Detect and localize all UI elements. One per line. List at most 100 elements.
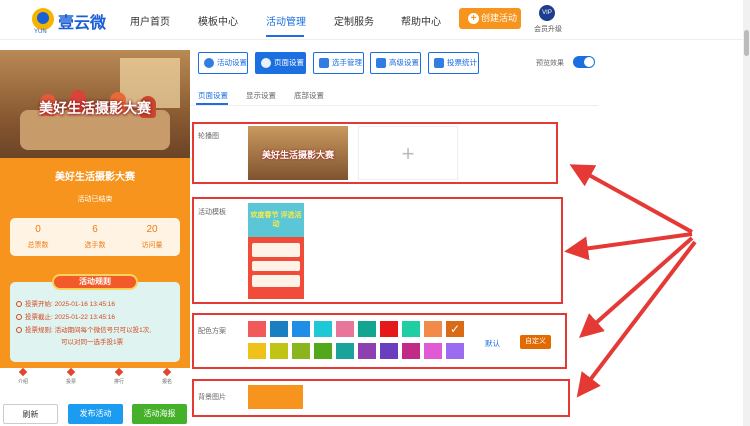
carousel-image-text: 美好生活摄影大赛 — [261, 150, 334, 160]
rule-start: 投票开始: 2025-01-16 13:45:16 — [16, 298, 115, 308]
color-swatch[interactable] — [402, 321, 420, 337]
rule-start-text: 投票开始: 2025-01-16 13:45:16 — [25, 301, 115, 308]
color-swatch[interactable] — [402, 343, 420, 359]
rule-end: 投票截止: 2025-01-22 13:45:16 — [16, 311, 115, 321]
stat-total-votes-label: 总票数 — [27, 242, 49, 249]
users-icon — [319, 58, 329, 68]
color-swatch[interactable] — [358, 321, 376, 337]
color-swatch[interactable] — [292, 343, 310, 359]
custom-color-button[interactable]: 自定义 — [520, 335, 551, 349]
subtab-active-underline — [196, 103, 228, 105]
vip-icon[interactable]: VIP — [539, 5, 555, 21]
color-swatch[interactable] — [380, 321, 398, 337]
preview-activity-title: 美好生活摄影大赛 — [55, 172, 135, 183]
nav-help[interactable]: 帮助中心 — [401, 13, 441, 28]
advanced-settings-button[interactable]: 高级设置 — [370, 52, 421, 74]
logo-icon[interactable] — [32, 8, 54, 30]
diamond-icon — [66, 367, 76, 377]
nav-activity-manage[interactable]: 活动管理 — [266, 13, 306, 28]
color-swatch[interactable] — [424, 343, 442, 359]
color-swatch[interactable] — [446, 321, 464, 337]
carousel-label: 轮播图 — [198, 133, 219, 140]
color-swatch[interactable] — [424, 321, 442, 337]
color-swatch[interactable] — [314, 343, 332, 359]
default-color-link[interactable]: 默认 — [485, 338, 500, 349]
advanced-settings-label: 高级设置 — [389, 58, 419, 67]
template-card — [252, 243, 300, 257]
annotation-arrow — [579, 236, 694, 338]
bar-chart-icon — [434, 58, 444, 68]
mobile-preview: 美好生活摄影大赛 美好生活摄影大赛 活动已结束 0 总票数 6 选手数 20 访… — [0, 50, 190, 388]
diamond-icon — [162, 367, 172, 377]
preview-stats: 0 总票数 6 选手数 20 访问量 — [10, 218, 180, 256]
color-swatch[interactable] — [380, 343, 398, 359]
color-swatch[interactable] — [336, 321, 354, 337]
nav-custom-service[interactable]: 定制服务 — [334, 13, 374, 28]
tab-vote[interactable]: 投票 — [51, 367, 91, 385]
nav-home[interactable]: 用户首页 — [130, 13, 170, 28]
annotation-arrow — [569, 164, 693, 234]
tab-intro[interactable]: 介绍 — [3, 367, 43, 385]
page-settings-button[interactable]: 页面设置 — [255, 52, 306, 74]
nav-templates[interactable]: 模板中心 — [198, 13, 238, 28]
gear-icon — [261, 58, 271, 68]
color-swatch[interactable] — [270, 321, 288, 337]
subtab-display-settings[interactable]: 显示设置 — [246, 90, 276, 101]
refresh-button[interactable]: 刷新 — [3, 404, 58, 424]
sliders-icon — [376, 58, 386, 68]
preview-effect-toggle[interactable] — [573, 56, 595, 68]
tab-intro-label: 介绍 — [17, 379, 28, 385]
logo-text[interactable]: 壹云微 — [58, 9, 106, 33]
vote-stats-button[interactable]: 投票统计 — [428, 52, 479, 74]
top-nav: 壹云微 YUN 用户首页 模板中心 活动管理 定制服务 帮助中心 + 创建活动 … — [0, 0, 750, 40]
tab-rank[interactable]: 排行 — [99, 367, 139, 385]
activity-settings-button[interactable]: 活动设置 — [198, 52, 248, 74]
nav-active-underline — [266, 35, 304, 37]
scrollbar-track[interactable] — [743, 0, 750, 426]
color-swatch[interactable] — [270, 343, 288, 359]
color-swatch[interactable] — [248, 321, 266, 337]
preview-rules-box — [10, 282, 180, 362]
preview-effect-label: 预览效果 — [536, 60, 564, 67]
publish-activity-button[interactable]: 发布活动 — [68, 404, 123, 424]
subtab-divider — [190, 105, 598, 106]
color-swatch[interactable] — [248, 343, 266, 359]
rule-end-text: 投票截止: 2025-01-22 13:45:16 — [25, 314, 115, 321]
scrollbar-thumb[interactable] — [744, 30, 749, 56]
annotation-arrow — [576, 240, 697, 398]
rules-title: 活动规则 — [52, 274, 138, 290]
plus-icon: + — [468, 13, 479, 24]
template-card — [252, 261, 300, 271]
page-settings-label: 页面设置 — [274, 58, 304, 67]
tab-rank-label: 排行 — [113, 379, 124, 385]
preview-banner-image: 美好生活摄影大赛 — [0, 50, 190, 158]
color-swatch[interactable] — [358, 343, 376, 359]
color-swatch[interactable] — [292, 321, 310, 337]
subtab-page-settings[interactable]: 页面设置 — [198, 90, 228, 101]
carousel-image[interactable]: 美好生活摄影大赛 — [248, 126, 348, 180]
subtab-footer-settings[interactable]: 底部设置 — [294, 90, 324, 101]
stat-visits-label: 访问量 — [141, 242, 163, 249]
activity-template-thumbnail[interactable]: 欢度春节 评选活动 — [248, 203, 304, 299]
stat-contestants-label: 选手数 — [84, 242, 106, 249]
clock-icon — [16, 301, 22, 307]
create-activity-button[interactable]: + 创建活动 — [459, 8, 521, 29]
tab-signup[interactable]: 报名 — [147, 367, 187, 385]
stat-contestants: 6 — [92, 224, 98, 235]
background-image-swatch[interactable] — [248, 385, 303, 409]
vip-upgrade-label[interactable]: 会员升级 — [534, 24, 562, 34]
activity-poster-button[interactable]: 活动海报 — [132, 404, 187, 424]
template-title: 欢度春节 评选活动 — [250, 212, 302, 228]
clock-icon — [16, 314, 22, 320]
color-swatch[interactable] — [446, 343, 464, 359]
rule-vote-text: 投票规则: 活动期间每个微信号只可以投1次, — [25, 327, 152, 334]
color-swatch[interactable] — [336, 343, 354, 359]
preview-tabbar: 介绍 投票 排行 报名 — [0, 367, 190, 388]
vote-stats-label: 投票统计 — [447, 58, 477, 67]
logo-subtext: YUN — [34, 29, 47, 35]
contestant-manage-button[interactable]: 选手管理 — [313, 52, 364, 74]
add-carousel-image-button[interactable]: + — [358, 126, 458, 180]
diamond-icon — [18, 367, 28, 377]
stat-total-votes: 0 — [35, 224, 41, 235]
color-swatch[interactable] — [314, 321, 332, 337]
